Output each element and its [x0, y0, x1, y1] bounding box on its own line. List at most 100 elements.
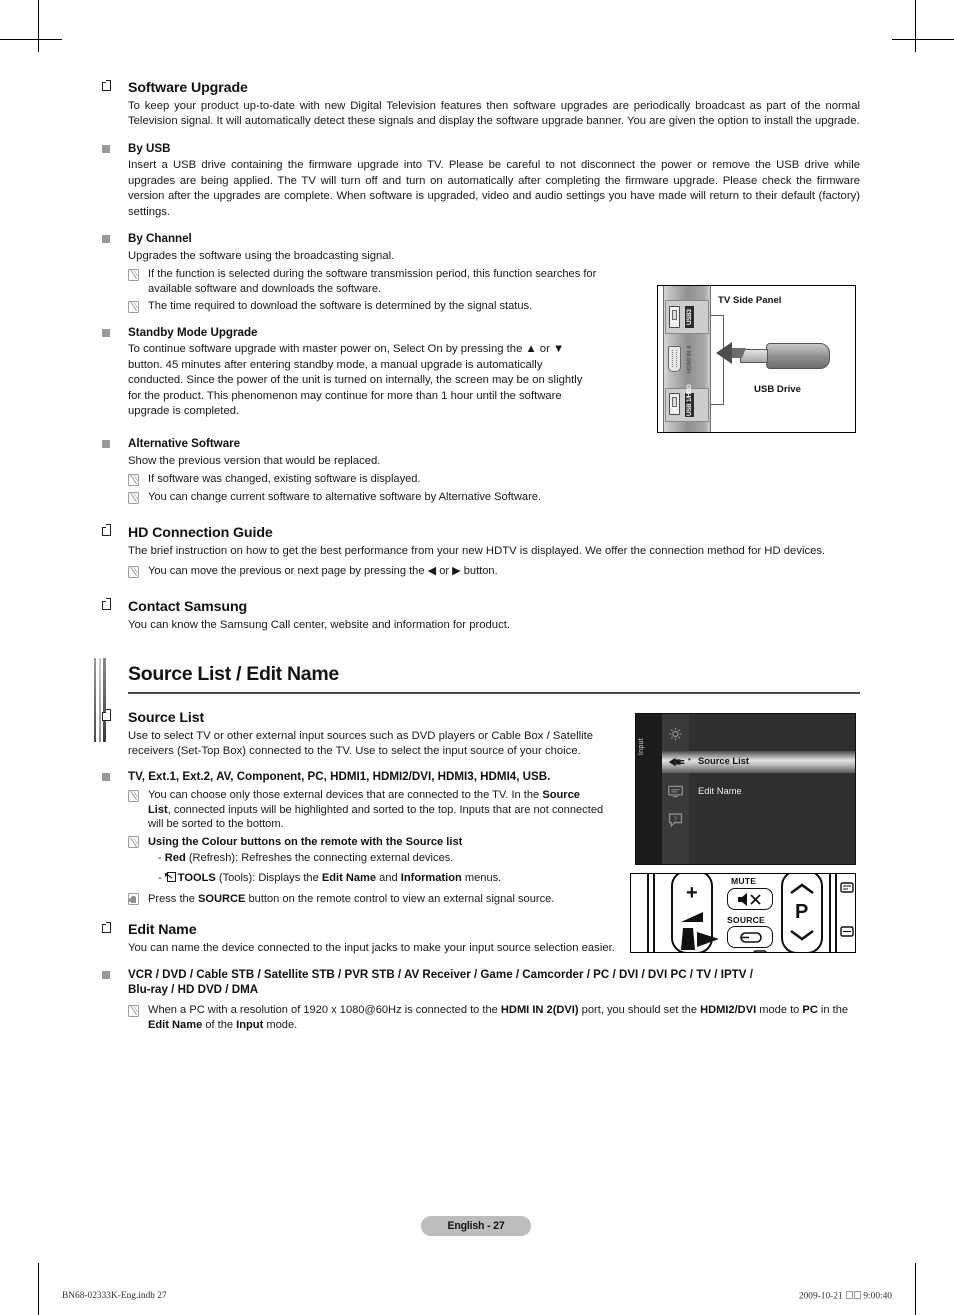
note-text-part: of the: [202, 1018, 237, 1031]
note-item: You can move the previous or next page b…: [128, 564, 860, 579]
usb1-hdd-port-icon: [669, 393, 680, 415]
note-item: The time required to download the softwa…: [128, 299, 599, 314]
note-pencil-icon: [128, 565, 140, 578]
osd-row-pointer-icon: •: [688, 754, 691, 764]
heading-source-list: Source List: [128, 709, 205, 726]
crop-mark-top-left-horizontal: [0, 39, 62, 40]
channel-label: P: [795, 900, 809, 923]
note-text-part: You can choose only those external devic…: [148, 789, 543, 802]
section-source-list: Source List Use to select TV or other ex…: [94, 709, 599, 760]
missing-glyph-box: [853, 1291, 861, 1299]
red-description: (Refresh): Refreshes the connecting exte…: [185, 852, 454, 865]
osd-menu-figure: Input • Source List Edit Name ?: [635, 712, 856, 865]
print-file-reference: BN68-02333K-Eng.indb 27: [62, 1291, 167, 1301]
crop-mark-top-left-vertical: [38, 0, 39, 52]
gear-icon: [667, 726, 684, 742]
note-press-icon: [128, 893, 139, 906]
crop-mark-top-right-horizontal: [892, 39, 954, 40]
note-colour-buttons-title: Using the Colour buttons on the remote w…: [148, 835, 463, 848]
note-pencil-icon: [128, 836, 140, 849]
volume-plus-label: +: [686, 881, 698, 904]
monitor-icon[interactable]: [667, 784, 684, 800]
print-time: 9:00:40: [863, 1291, 892, 1302]
page-content: Software Upgrade To keep your product up…: [94, 79, 860, 1260]
note-item: If software was changed, existing softwa…: [128, 472, 860, 487]
note-emphasis-input: Input: [236, 1018, 264, 1031]
mute-icon: [738, 892, 761, 906]
note-text: You can move the previous or next page b…: [148, 565, 498, 578]
software-upgrade-intro: To keep your product up-to-date with new…: [128, 100, 860, 128]
press-text-part: Press the: [148, 892, 198, 905]
note-item: You can choose only those external devic…: [128, 788, 604, 832]
note-text-part: mode to: [756, 1004, 803, 1016]
hd-connection-guide-text: The brief instruction on how to get the …: [128, 544, 826, 557]
subsection-device-names: VCR / DVD / Cable STB / Satellite STB / …: [94, 968, 860, 1032]
heading-edit-name: Edit Name: [128, 922, 197, 939]
tools-description-part: (Tools): Displays the: [215, 871, 322, 884]
note-pencil-icon: [128, 473, 140, 486]
note-text: If the function is selected during the s…: [148, 268, 597, 295]
osd-row-source-list[interactable]: Source List: [698, 755, 749, 766]
note-text-part: When a PC with a resolution of 1920 x 10…: [148, 1004, 501, 1016]
crop-mark-top-right-vertical: [915, 0, 916, 52]
red-key-label: Red: [164, 852, 186, 865]
heading-hd-connection-guide: HD Connection Guide: [128, 524, 273, 541]
square-filled-bullet-icon: [102, 440, 110, 449]
tools-description-part: and: [376, 871, 401, 884]
heading-by-usb: By USB: [128, 141, 171, 155]
print-timestamp: 2009-10-21 9:00:40: [799, 1291, 892, 1302]
note-emphasis-hdmi2-dvi: HDMI2/DVI: [700, 1004, 757, 1016]
square-outline-bullet-icon: [102, 709, 112, 721]
crop-mark-bottom-right-vertical: [915, 1263, 916, 1315]
press-text-part: button on the remote control to view an …: [245, 892, 555, 905]
port-label-hdmi-in-4: HDMI IN 4: [686, 345, 693, 373]
square-outline-bullet-icon: [102, 79, 112, 91]
hdmi-in-4-port-icon: [668, 346, 681, 372]
note-emphasis-edit-name: Edit Name: [148, 1018, 203, 1031]
heading-standby-mode-upgrade: Standby Mode Upgrade: [128, 325, 258, 339]
edit-name-text: You can name the device connected to the…: [128, 942, 615, 955]
section-title: Source List / Edit Name: [128, 663, 339, 686]
usb-drive-body: [766, 343, 830, 369]
svg-text:?: ?: [674, 815, 678, 822]
device-names-line-2: Blu-ray / HD DVD / DMA: [128, 983, 259, 997]
note-text: You can change current software to alter…: [148, 491, 542, 504]
subsection-standby-mode-upgrade: Standby Mode Upgrade To continue softwar…: [94, 326, 594, 420]
source-inputs-list: TV, Ext.1, Ext.2, AV, Component, PC, HDM…: [128, 770, 551, 784]
tools-emphasis-edit-name: Edit Name: [321, 871, 377, 884]
square-filled-bullet-icon: [102, 235, 110, 244]
osd-row-edit-name[interactable]: Edit Name: [698, 785, 742, 796]
input-plug-icon[interactable]: [667, 754, 685, 770]
note-text-part: port, you should set the: [578, 1004, 701, 1016]
square-filled-bullet-icon: [102, 970, 110, 979]
by-channel-text: Upgrades the software using the broadcas…: [128, 249, 395, 262]
section-edit-name: Edit Name You can name the device connec…: [94, 922, 860, 956]
note-item: If the function is selected during the s…: [128, 267, 599, 296]
square-outline-bullet-icon: [102, 922, 112, 934]
subsection-alternative-software: Alternative Software Show the previous v…: [94, 437, 860, 504]
section-divider: [128, 692, 860, 694]
tools-description-part: menus.: [461, 871, 502, 884]
tv-side-panel-caption: TV Side Panel: [718, 295, 782, 306]
note-pencil-icon: [128, 789, 140, 802]
section-software-upgrade: Software Upgrade To keep your product up…: [94, 79, 860, 130]
note-pencil-icon: [128, 300, 140, 313]
square-outline-bullet-icon: [102, 524, 112, 536]
heading-contact-samsung: Contact Samsung: [128, 598, 248, 615]
square-filled-bullet-icon: [102, 328, 110, 337]
chevron-up-icon[interactable]: [789, 882, 815, 896]
section-hd-connection-guide: HD Connection Guide The brief instructio…: [94, 524, 860, 579]
support-icon[interactable]: ?: [667, 812, 684, 828]
tools-emphasis-information: Information: [400, 871, 462, 884]
subsection-source-inputs: TV, Ext.1, Ext.2, AV, Component, PC, HDM…: [94, 770, 604, 906]
section-contact-samsung: Contact Samsung You can know the Samsung…: [94, 598, 860, 633]
note-item: When a PC with a resolution of 1920 x 10…: [128, 1003, 860, 1032]
contact-samsung-text: You can know the Samsung Call center, we…: [128, 618, 511, 631]
note-item: Using the Colour buttons on the remote w…: [128, 835, 604, 886]
note-pencil-icon: [128, 491, 140, 504]
tools-key-label: TOOLS: [177, 871, 216, 884]
osd-rail: [636, 713, 662, 864]
usb3-port-icon: [669, 306, 680, 328]
insertion-arrow-icon: [716, 342, 732, 364]
source-list-text: Use to select TV or other external input…: [128, 729, 594, 758]
